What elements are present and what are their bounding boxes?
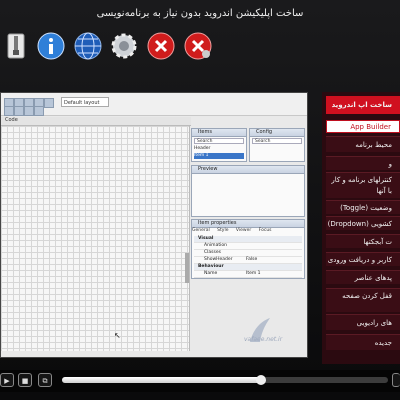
menu-item[interactable]: App Builder <box>326 120 400 133</box>
menu-item[interactable]: وضعیت (Toggle) <box>326 200 400 214</box>
menu-item[interactable]: و <box>326 156 400 170</box>
close-settings-icon[interactable] <box>184 32 212 60</box>
play-icon[interactable]: ▶ <box>0 373 14 387</box>
preview-panel-title: Preview <box>192 166 304 174</box>
property-tab-viewer[interactable]: Viewer <box>236 228 251 234</box>
align-icon[interactable] <box>34 106 44 116</box>
config-panel-title: Config <box>250 129 304 137</box>
redo-icon[interactable] <box>44 98 54 108</box>
property-row[interactable]: Classes <box>194 250 302 257</box>
config-panel: Config Search <box>249 128 305 162</box>
stop-icon[interactable]: ■ <box>18 373 32 387</box>
editor-toolbar: Default layout <box>1 93 307 116</box>
mouse-cursor-icon: ↖ <box>114 331 121 340</box>
config-search-input[interactable]: Search <box>252 138 302 144</box>
property-section-behaviour: Behaviour <box>194 264 302 271</box>
object-item-selected[interactable]: Item 1 <box>194 153 244 159</box>
cut-icon[interactable] <box>4 106 14 116</box>
design-canvas[interactable] <box>1 126 190 351</box>
window-title: ساخت اپلیکیشن اندروید بدون نیاز به برنام… <box>96 7 304 19</box>
menu-item[interactable]: های رادیویی <box>326 314 400 330</box>
property-tab-general[interactable]: General <box>192 228 210 234</box>
progress-thumb[interactable] <box>255 375 266 385</box>
player-bar: ▶ ■ ⧉ <box>0 370 400 392</box>
menu-item[interactable]: محیط برنامه <box>326 136 400 152</box>
menu-item[interactable]: ساخت اپ اندروید <box>326 96 400 114</box>
toolbar <box>0 30 400 64</box>
globe-icon[interactable] <box>74 32 102 60</box>
objects-panel-title: Items <box>192 129 246 137</box>
canvas-scrollbar[interactable] <box>185 253 189 283</box>
menu-item[interactable]: قفل کردن صفحه <box>326 288 400 312</box>
menu-item[interactable]: ت آبجکتها <box>326 234 400 248</box>
tab-code[interactable]: Code <box>5 117 18 123</box>
editor-tabs: Code <box>1 117 191 126</box>
progress-fill <box>62 377 261 383</box>
progress-track[interactable] <box>62 377 388 383</box>
properties-panel-title: Item properties <box>192 220 304 228</box>
menu-item[interactable]: کنترلهای برنامه و کار با آنها <box>326 172 400 198</box>
gear-icon[interactable] <box>110 32 138 60</box>
menu-item[interactable]: کشویی (Dropdown) <box>326 216 400 230</box>
course-menu: ساخت اپ اندروید App Builder محیط برنامه و کن… <box>322 92 400 364</box>
property-tabs: General Style Viewer Focus <box>192 228 304 234</box>
window-icon[interactable] <box>392 373 400 387</box>
app-window: ساخت اپلیکیشن اندروید بدون نیاز به برنام… <box>0 0 400 400</box>
property-row[interactable]: Animation <box>194 243 302 250</box>
property-tab-style[interactable]: Style <box>217 228 228 234</box>
menu-item[interactable]: کاربر و دریافت ورودی <box>326 252 400 266</box>
copy-icon[interactable] <box>14 106 24 116</box>
preview-panel: Preview <box>191 165 305 217</box>
info-icon[interactable] <box>37 32 65 60</box>
paste-icon[interactable] <box>24 106 34 116</box>
objects-search-input[interactable]: Search <box>194 138 244 144</box>
watermark-text: vafaee.net.ir <box>244 336 283 343</box>
fullscreen-icon[interactable]: ⧉ <box>38 373 52 387</box>
close-icon[interactable] <box>147 32 175 60</box>
property-tab-focus[interactable]: Focus <box>259 228 272 234</box>
menu-item[interactable]: جدیده <box>326 334 400 350</box>
menu-item[interactable]: پدهای عناصر <box>326 270 400 284</box>
layout-select[interactable]: Default layout <box>61 97 109 107</box>
property-section-visual: Visual <box>194 236 302 243</box>
property-row[interactable]: Name Item 1 <box>194 271 302 278</box>
file-zipper-icon[interactable] <box>2 32 30 60</box>
property-row[interactable]: ShowHeader False <box>194 257 302 264</box>
title-bar: ساخت اپلیکیشن اندروید بدون نیاز به برنام… <box>0 0 400 26</box>
objects-panel: Items Search Header Item 1 <box>191 128 247 162</box>
object-item-header[interactable]: Header <box>194 146 244 152</box>
properties-panel: Item properties General Style Viewer Foc… <box>191 219 305 279</box>
